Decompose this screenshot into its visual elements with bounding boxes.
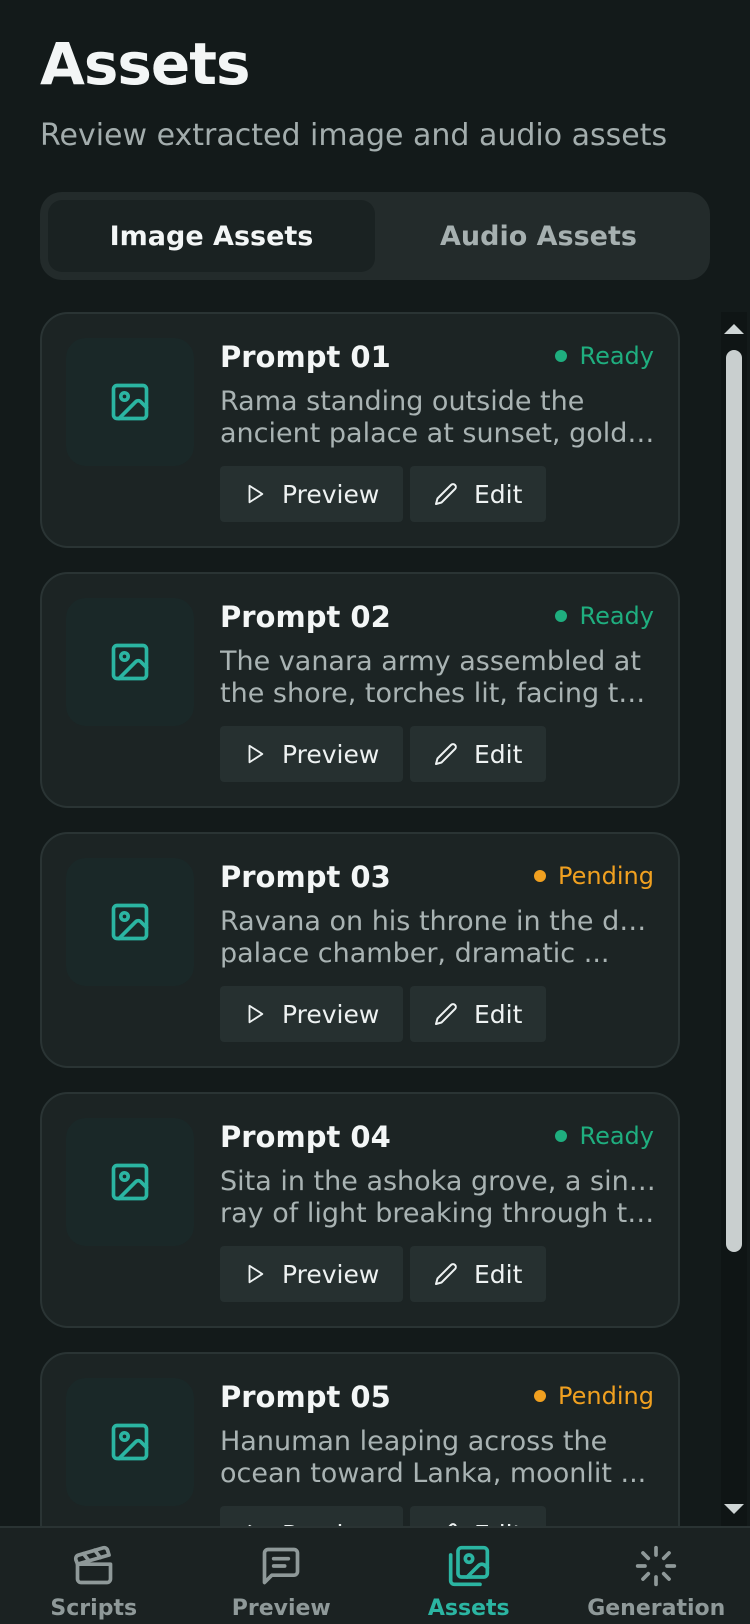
asset-description-line: The vanara army assembled at bbox=[220, 646, 641, 677]
asset-list[interactable]: Prompt 01 Ready Rama standing outside th… bbox=[0, 312, 750, 1526]
image-icon bbox=[111, 903, 149, 941]
status-dot bbox=[555, 350, 568, 362]
nav-item-scripts[interactable]: Scripts bbox=[0, 1528, 188, 1624]
status-badge: Ready bbox=[555, 602, 654, 630]
edit-button-label: Edit bbox=[474, 999, 523, 1029]
status-badge: Pending bbox=[534, 862, 654, 890]
preview-button[interactable]: Preview bbox=[220, 466, 404, 522]
preview-button-label: Preview bbox=[282, 1259, 380, 1289]
pencil-icon bbox=[435, 483, 457, 505]
preview-button[interactable]: Preview bbox=[220, 986, 404, 1042]
images-icon bbox=[448, 1545, 489, 1587]
asset-thumbnail bbox=[66, 598, 194, 726]
asset-card: Prompt 02 Ready The vanara army assemble… bbox=[40, 572, 680, 808]
page-subtitle: Review extracted image and audio assets bbox=[40, 118, 668, 153]
asset-title: Prompt 03 bbox=[220, 860, 391, 894]
asset-card: Prompt 04 Ready Sita in the ashoka grove… bbox=[40, 1092, 680, 1328]
asset-description: The vanara army assembled at the shore, … bbox=[220, 646, 660, 710]
edit-button[interactable]: Edit bbox=[410, 986, 547, 1042]
status-badge: Pending bbox=[534, 1382, 654, 1410]
preview-button-label: Preview bbox=[282, 999, 380, 1029]
status-badge: Ready bbox=[555, 342, 654, 370]
asset-description-line: Ravana on his throne in the dark bbox=[220, 906, 660, 937]
status-dot bbox=[555, 610, 568, 622]
asset-description: Hanuman leaping across the ocean toward … bbox=[220, 1426, 660, 1490]
image-icon bbox=[111, 643, 149, 681]
loader-icon bbox=[636, 1545, 677, 1587]
asset-description-line: ancient palace at sunset, golde... bbox=[220, 418, 660, 449]
status-label: Ready bbox=[579, 1122, 654, 1150]
page-title: Assets bbox=[40, 30, 251, 98]
play-icon bbox=[248, 484, 264, 504]
bottom-nav: Scripts Preview Assets Generation bbox=[0, 1526, 750, 1624]
asset-thumbnail bbox=[66, 1378, 194, 1506]
pencil-icon bbox=[435, 743, 457, 765]
asset-description-line: palace chamber, dramatic ... bbox=[220, 938, 610, 969]
asset-type-tabs: Image Assets Audio Assets bbox=[40, 192, 710, 280]
edit-button[interactable]: Edit bbox=[410, 1246, 547, 1302]
status-label: Pending bbox=[558, 1382, 654, 1410]
tab-image-assets[interactable]: Image Assets bbox=[48, 200, 375, 272]
image-icon bbox=[111, 1423, 149, 1461]
scrollbar[interactable] bbox=[721, 312, 747, 1526]
image-icon bbox=[111, 383, 149, 421]
nav-item-generation[interactable]: Generation bbox=[563, 1528, 750, 1624]
clapperboard-icon bbox=[73, 1545, 113, 1585]
preview-button-label: Preview bbox=[282, 739, 380, 769]
scrollbar-thumb[interactable] bbox=[726, 350, 742, 1252]
asset-description: Ravana on his throne in the dark palace … bbox=[220, 906, 660, 970]
tab-audio-assets[interactable]: Audio Assets bbox=[375, 200, 702, 272]
status-label: Ready bbox=[579, 602, 654, 630]
image-icon bbox=[111, 1163, 149, 1201]
asset-description-line: Hanuman leaping across the bbox=[220, 1426, 608, 1457]
preview-button[interactable]: Preview bbox=[220, 726, 404, 782]
nav-item-label: Generation bbox=[587, 1596, 726, 1621]
nav-item-label: Scripts bbox=[50, 1596, 138, 1621]
nav-item-preview[interactable]: Preview bbox=[188, 1528, 376, 1624]
nav-item-assets[interactable]: Assets bbox=[375, 1528, 563, 1624]
asset-title: Prompt 05 bbox=[220, 1380, 391, 1414]
edit-button-label: Edit bbox=[474, 479, 523, 509]
scroll-up-arrow[interactable] bbox=[724, 324, 744, 334]
status-dot bbox=[534, 870, 547, 882]
asset-thumbnail bbox=[66, 1118, 194, 1246]
play-icon bbox=[248, 1264, 264, 1284]
nav-item-label: Preview bbox=[231, 1596, 331, 1621]
edit-button[interactable]: Edit bbox=[410, 466, 547, 522]
status-label: Ready bbox=[579, 342, 654, 370]
asset-description-line: ocean toward Lanka, moonlit ... bbox=[220, 1458, 647, 1489]
asset-title: Prompt 04 bbox=[220, 1120, 391, 1154]
asset-title: Prompt 01 bbox=[220, 340, 391, 374]
asset-card: Prompt 05 Pending Hanuman leaping across… bbox=[40, 1352, 680, 1526]
pencil-icon bbox=[435, 1003, 457, 1025]
play-icon bbox=[248, 744, 264, 764]
status-dot bbox=[555, 1130, 568, 1142]
edit-button[interactable]: Edit bbox=[410, 726, 547, 782]
play-icon bbox=[248, 1004, 264, 1024]
asset-description-line: ray of light breaking through th... bbox=[220, 1198, 660, 1229]
preview-button[interactable]: Preview bbox=[220, 1506, 404, 1526]
asset-description-line: the shore, torches lit, facing the... bbox=[220, 678, 660, 709]
asset-card: Prompt 01 Ready Rama standing outside th… bbox=[40, 312, 680, 548]
asset-title: Prompt 02 bbox=[220, 600, 391, 634]
preview-button[interactable]: Preview bbox=[220, 1246, 404, 1302]
status-badge: Ready bbox=[555, 1122, 654, 1150]
edit-button-label: Edit bbox=[474, 739, 523, 769]
asset-description-line: Sita in the ashoka grove, a single bbox=[220, 1166, 660, 1197]
asset-thumbnail bbox=[66, 338, 194, 466]
edit-button[interactable]: Edit bbox=[410, 1506, 547, 1526]
edit-button-label: Edit bbox=[474, 1259, 523, 1289]
asset-description-line: Rama standing outside the bbox=[220, 386, 585, 417]
pencil-icon bbox=[435, 1263, 457, 1285]
preview-button-label: Preview bbox=[282, 479, 380, 509]
nav-item-label: Assets bbox=[427, 1596, 510, 1621]
scroll-down-arrow[interactable] bbox=[724, 1504, 744, 1514]
asset-card: Prompt 03 Pending Ravana on his throne i… bbox=[40, 832, 680, 1068]
asset-description: Sita in the ashoka grove, a single ray o… bbox=[220, 1166, 660, 1230]
status-label: Pending bbox=[558, 862, 654, 890]
asset-thumbnail bbox=[66, 858, 194, 986]
asset-description: Rama standing outside the ancient palace… bbox=[220, 386, 660, 450]
message-text-icon bbox=[262, 1547, 300, 1585]
status-dot bbox=[534, 1390, 547, 1402]
